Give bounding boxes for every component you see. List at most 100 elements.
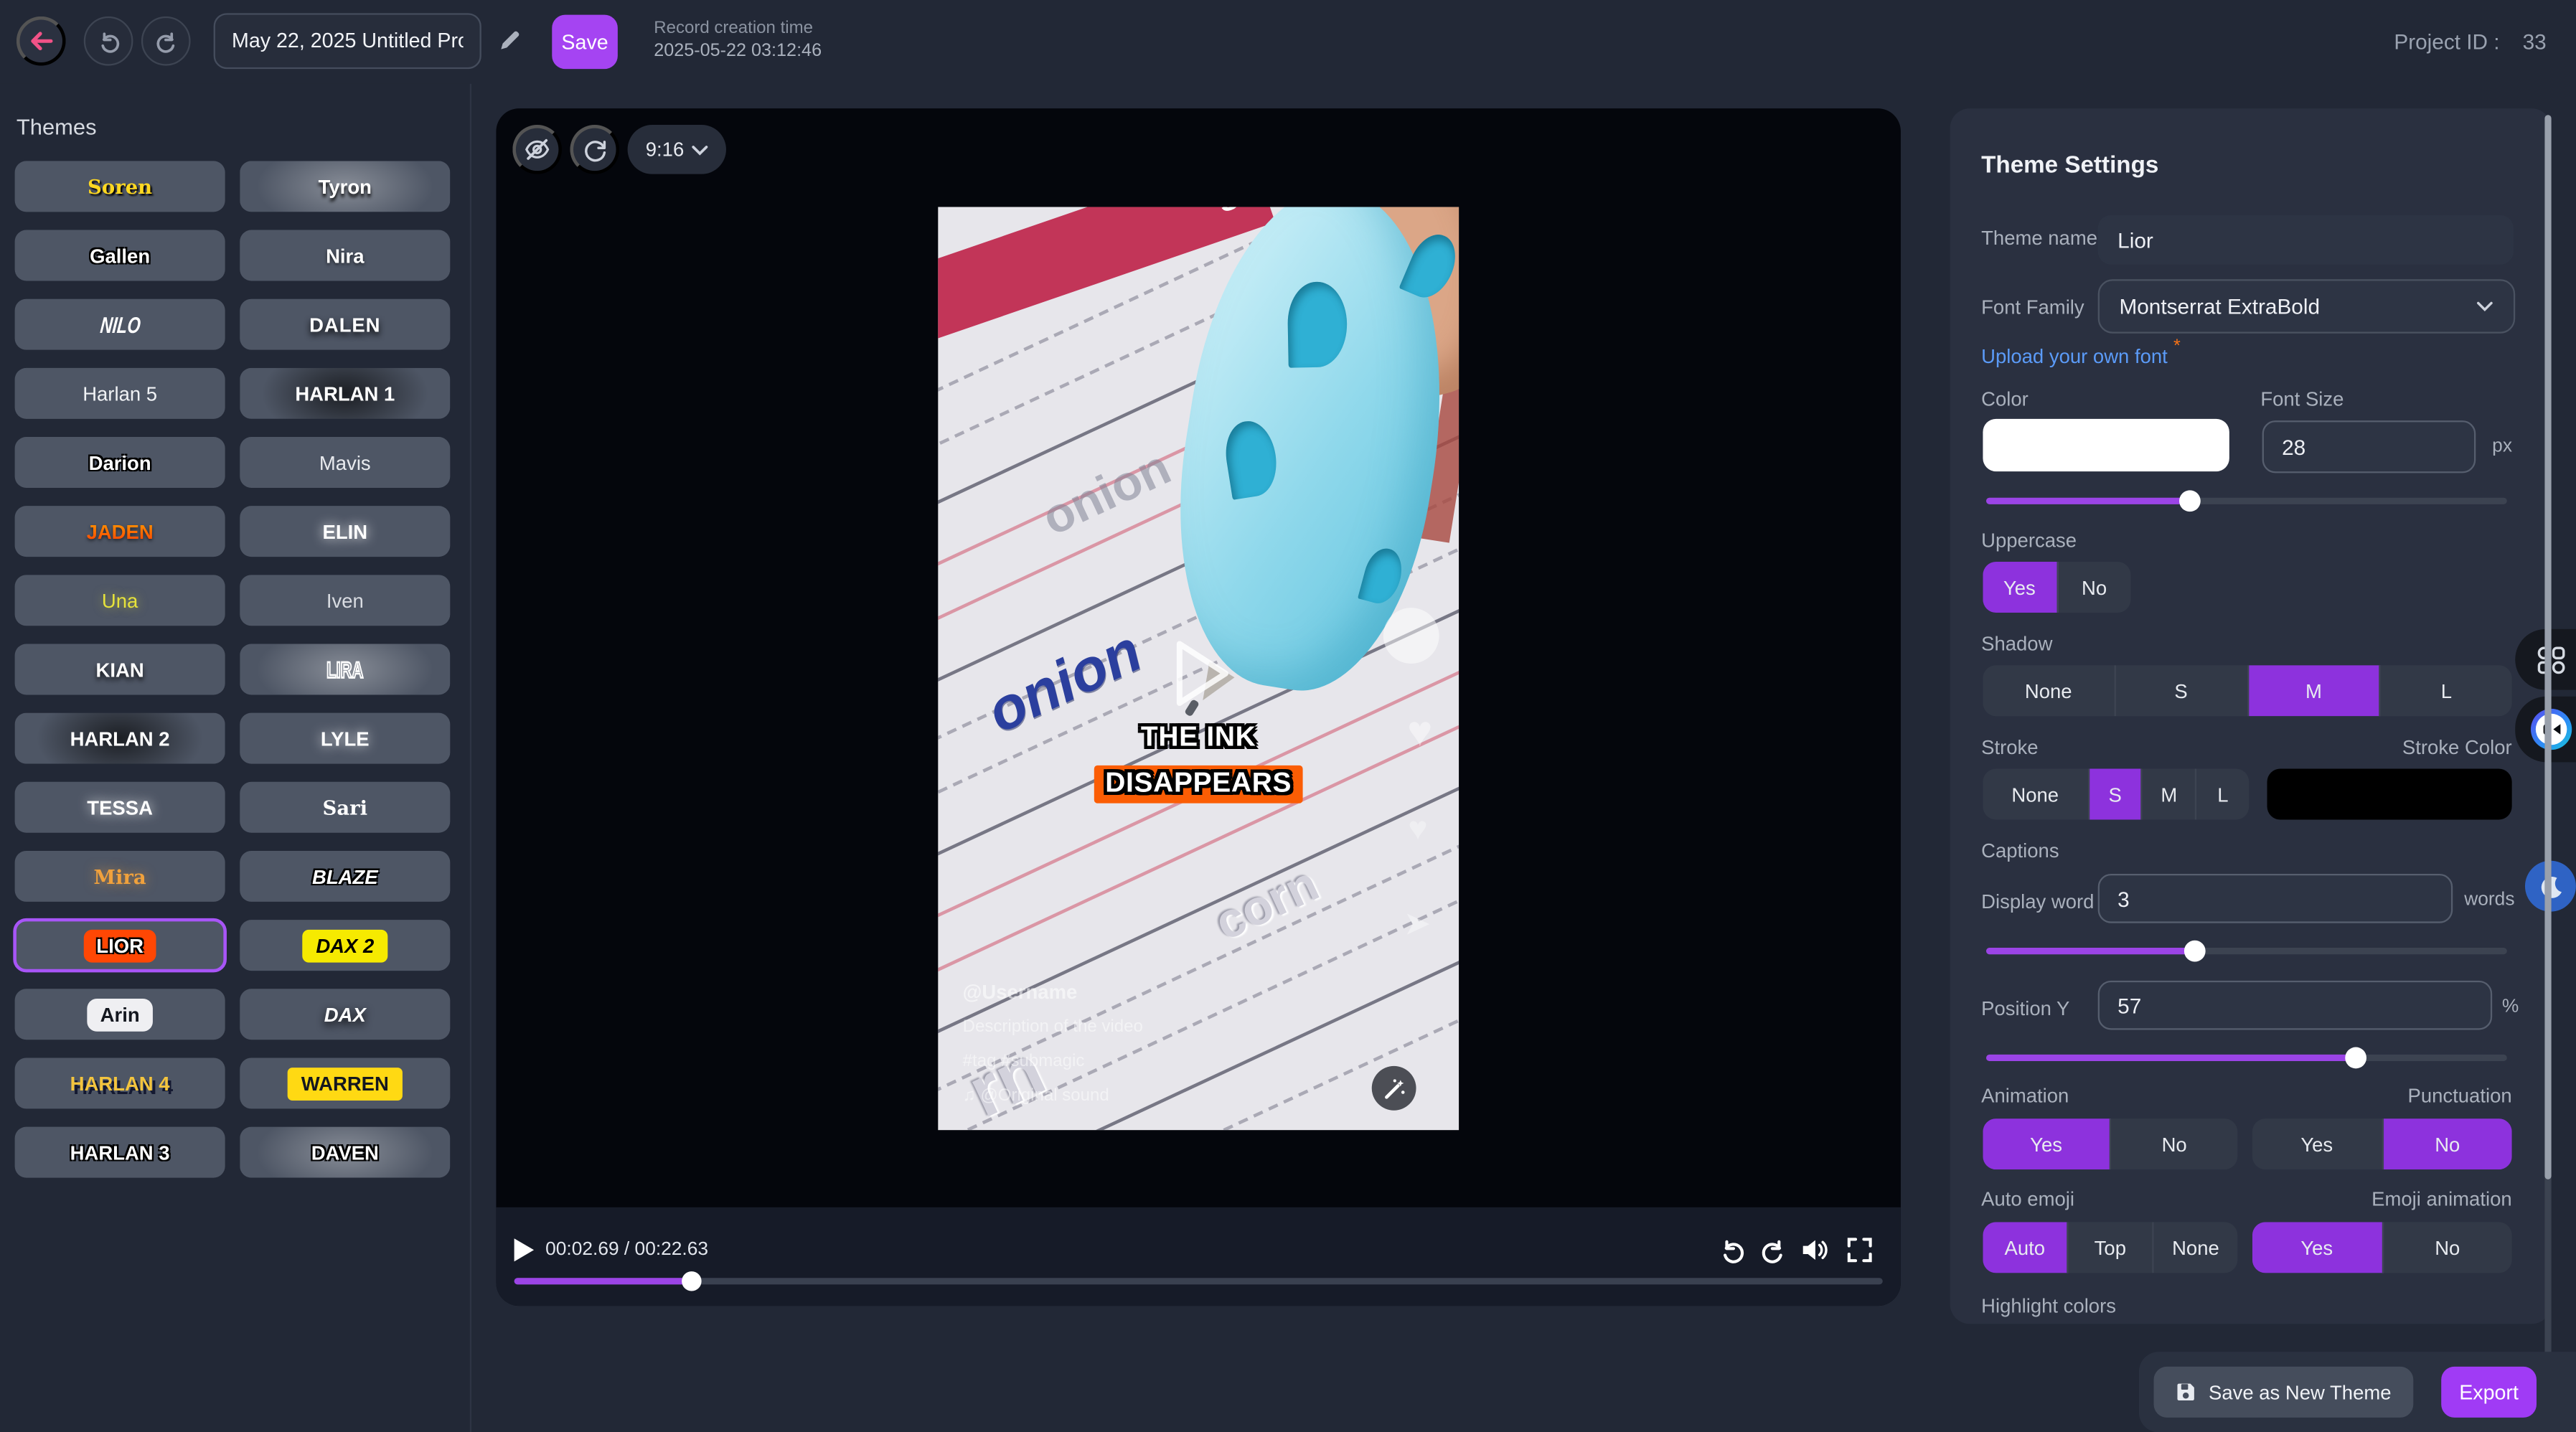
seek-bar-thumb[interactable]: [682, 1271, 702, 1291]
save-as-new-theme-label: Save as New Theme: [2209, 1380, 2392, 1403]
theme-button-jaden[interactable]: JADEN: [15, 506, 225, 557]
theme-button-kian[interactable]: KIAN: [15, 644, 225, 694]
fullscreen-button[interactable]: [1846, 1237, 1873, 1263]
export-button[interactable]: Export: [2441, 1367, 2537, 1418]
theme-button-harlan2[interactable]: HARLAN 2: [15, 713, 225, 764]
play-button[interactable]: [512, 1237, 535, 1263]
back-arrow-icon: [28, 28, 55, 55]
theme-button-nira[interactable]: Nira: [240, 230, 450, 281]
theme-button-gallen[interactable]: Gallen: [15, 230, 225, 281]
theme-button-daven[interactable]: DAVEN: [240, 1127, 450, 1178]
theme-button-soren[interactable]: Soren: [15, 161, 225, 212]
back-button[interactable]: [17, 17, 66, 66]
tiktok-avatar: [1383, 608, 1439, 664]
theme-button-harlan1[interactable]: HARLAN 1: [240, 368, 450, 419]
theme-button-blaze[interactable]: BLAZE: [240, 851, 450, 902]
font-size-input[interactable]: [2262, 420, 2476, 473]
display-word-input[interactable]: [2098, 874, 2453, 923]
display-word-slider-thumb[interactable]: [2184, 941, 2205, 962]
save-as-new-theme-button[interactable]: Save as New Theme: [2154, 1367, 2414, 1418]
emoji-animation-no[interactable]: No: [2383, 1222, 2512, 1273]
font-family-label: Font Family: [1981, 296, 2084, 319]
shadow-l[interactable]: L: [2381, 665, 2512, 716]
volume-button[interactable]: [1800, 1237, 1830, 1263]
auto-emoji-top[interactable]: Top: [2068, 1222, 2153, 1273]
stroke-s[interactable]: S: [2089, 768, 2143, 819]
video-frame[interactable]: onion onion corn rn s THE INK DISAPPEARS: [938, 207, 1459, 1130]
panel-scrollbar-thumb[interactable]: [2544, 115, 2551, 1179]
punctuation-yes[interactable]: Yes: [2252, 1118, 2383, 1169]
seek-bar[interactable]: [514, 1278, 1883, 1284]
stroke-label: Stroke: [1981, 736, 2038, 759]
stroke-color-swatch[interactable]: [2267, 768, 2512, 819]
theme-button-una[interactable]: Una: [15, 575, 225, 626]
theme-button-dalen[interactable]: DALEN: [240, 299, 450, 350]
font-size-slider[interactable]: [1986, 498, 2507, 504]
theme-button-sari[interactable]: Sari: [240, 782, 450, 833]
hide-captions-button[interactable]: [512, 125, 562, 174]
upload-font-link[interactable]: Upload your own font: [1981, 345, 2168, 368]
auto-emoji-none[interactable]: None: [2154, 1222, 2238, 1273]
chevron-down-icon: [2476, 301, 2493, 312]
theme-button-arin[interactable]: Arin: [15, 989, 225, 1040]
aspect-ratio-dropdown[interactable]: 9:16: [628, 125, 727, 174]
forward-button[interactable]: [1759, 1237, 1787, 1265]
theme-button-lira[interactable]: LIRA: [240, 644, 450, 694]
theme-button-dax2[interactable]: DAX 2: [240, 920, 450, 971]
refresh-button[interactable]: [570, 125, 619, 174]
font-size-label: Font Size: [2260, 387, 2344, 410]
save-button[interactable]: Save: [552, 15, 618, 70]
position-y-slider-thumb[interactable]: [2345, 1047, 2366, 1069]
display-word-slider[interactable]: [1986, 948, 2507, 954]
animation-toggle: Yes No: [1983, 1118, 2237, 1169]
uppercase-yes[interactable]: Yes: [1983, 562, 2057, 613]
punctuation-no[interactable]: No: [2383, 1118, 2512, 1169]
theme-button-harlan5[interactable]: Harlan 5: [15, 368, 225, 419]
theme-button-tessa[interactable]: TESSA: [15, 782, 225, 833]
position-y-slider[interactable]: [1986, 1055, 2507, 1061]
theme-button-elin[interactable]: ELIN: [240, 506, 450, 557]
animation-yes[interactable]: Yes: [1983, 1118, 2111, 1169]
theme-button-mira[interactable]: Mira: [15, 851, 225, 902]
theme-button-lior-selected[interactable]: LIOR: [15, 920, 225, 971]
theme-button-mavis[interactable]: Mavis: [240, 437, 450, 488]
uppercase-no[interactable]: No: [2058, 562, 2131, 613]
font-family-select[interactable]: Montserrat ExtraBold: [2098, 279, 2516, 334]
theme-button-tyron[interactable]: Tyron: [240, 161, 450, 212]
record-creation-time: 2025-05-22 03:12:46: [654, 39, 822, 62]
stroke-none[interactable]: None: [1983, 768, 2089, 819]
stroke-color-label: Stroke Color: [2402, 736, 2512, 759]
edit-title-pencil-icon[interactable]: [496, 28, 522, 55]
shadow-s[interactable]: S: [2115, 665, 2248, 716]
font-size-slider-thumb[interactable]: [2178, 490, 2200, 512]
overlay-sound: ♫ @Original sound: [963, 1079, 1143, 1113]
theme-name-input[interactable]: [2098, 215, 2514, 265]
shadow-none[interactable]: None: [1983, 665, 2115, 716]
undo-button[interactable]: [84, 17, 133, 66]
theme-button-dax[interactable]: DAX: [240, 989, 450, 1040]
text-color-swatch[interactable]: [1983, 419, 2229, 471]
theme-button-lyle[interactable]: LYLE: [240, 713, 450, 764]
theme-button-harlan4[interactable]: HARLAN 4: [15, 1057, 225, 1108]
heart-icon: ♥: [1407, 710, 1432, 753]
shadow-m[interactable]: M: [2248, 665, 2381, 716]
theme-button-iven[interactable]: Iven: [240, 575, 450, 626]
redo-button[interactable]: [141, 17, 191, 66]
animation-no[interactable]: No: [2111, 1118, 2237, 1169]
theme-button-nilo[interactable]: NILO: [15, 299, 225, 350]
theme-button-warren[interactable]: WARREN: [240, 1057, 450, 1108]
position-y-input[interactable]: [2098, 981, 2492, 1030]
project-title-input[interactable]: [214, 13, 481, 69]
animation-label: Animation: [1981, 1084, 2069, 1107]
magic-wand-button[interactable]: [1372, 1066, 1416, 1111]
theme-button-harlan3[interactable]: HARLAN 3: [15, 1127, 225, 1178]
theme-button-darion[interactable]: Darion: [15, 437, 225, 488]
play-overlay-icon[interactable]: [1171, 637, 1233, 710]
auto-emoji-auto[interactable]: Auto: [1983, 1222, 2068, 1273]
emoji-animation-yes[interactable]: Yes: [2252, 1222, 2383, 1273]
auto-emoji-segmented: Auto Top None: [1983, 1222, 2237, 1273]
stroke-l[interactable]: L: [2196, 768, 2249, 819]
rewind-button[interactable]: [1719, 1237, 1747, 1265]
stroke-m[interactable]: M: [2143, 768, 2196, 819]
display-word-unit: words: [2464, 890, 2514, 910]
